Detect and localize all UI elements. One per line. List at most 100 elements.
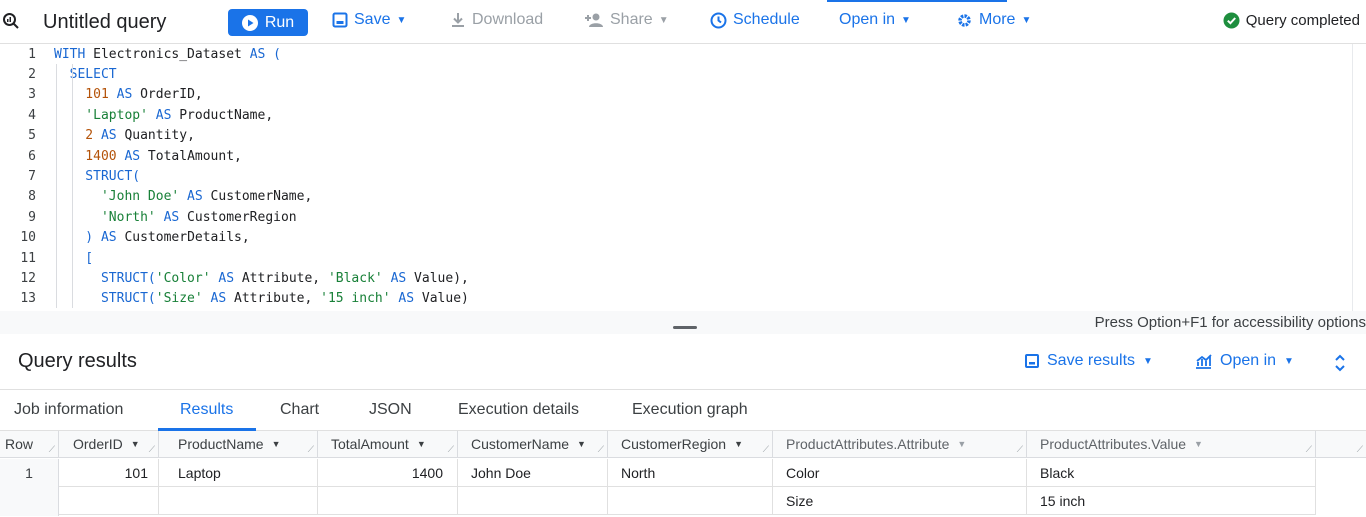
code-text: STRUCT('Color' AS Attribute, 'Black' AS …	[54, 271, 469, 286]
cell-customerregion[interactable]: North	[608, 459, 773, 487]
column-header-productattributes-value[interactable]: ProductAttributes.Value ▼ ⟋	[1027, 431, 1316, 458]
code-line[interactable]: 11 [	[0, 248, 1352, 268]
accessibility-bar: Press Option+F1 for accessibility option…	[0, 311, 1366, 334]
line-number: 8	[28, 189, 36, 205]
cell-attribute[interactable]: Size	[773, 487, 1027, 515]
results-tabs: Job information Results Chart JSON Execu…	[0, 390, 1366, 431]
cell-value[interactable]: 15 inch	[1027, 487, 1316, 515]
play-icon	[241, 14, 258, 31]
code-line[interactable]: 10 ) AS CustomerDetails,	[0, 228, 1352, 248]
resize-handle[interactable]	[673, 326, 697, 329]
indent-guide	[72, 64, 73, 308]
cell-attribute[interactable]: Color	[773, 459, 1027, 487]
query-status: Query completed	[1223, 12, 1360, 29]
code-token: Attribute,	[234, 270, 328, 286]
resize-icon[interactable]: ⟋	[598, 444, 604, 455]
schedule-button[interactable]: Schedule	[710, 11, 800, 29]
code-line[interactable]: 12 STRUCT('Color' AS Attribute, 'Black' …	[0, 268, 1352, 288]
code-token: 'Laptop'	[54, 107, 148, 123]
column-header-customerregion[interactable]: CustomerRegion ▼ ⟋	[608, 431, 773, 458]
column-header-label: TotalAmount	[331, 436, 409, 452]
code-line[interactable]: 5 2 AS Quantity,	[0, 126, 1352, 146]
more-button[interactable]: More ▼	[956, 11, 1031, 29]
column-header-productattributes-attribute[interactable]: ProductAttributes.Attribute ▼ ⟋	[773, 431, 1027, 458]
resize-icon[interactable]: ⟋	[448, 444, 454, 455]
code-line[interactable]: 4 'Laptop' AS ProductName,	[0, 105, 1352, 125]
sort-icon[interactable]: ▼	[957, 439, 966, 449]
sort-icon[interactable]: ▼	[272, 439, 281, 449]
download-button[interactable]: Download	[450, 11, 543, 29]
column-header-label: CustomerRegion	[621, 436, 727, 452]
column-header-productname[interactable]: ProductName ▼ ⟋	[159, 431, 318, 458]
code-token: AS	[390, 291, 415, 307]
query-title[interactable]: Untitled query	[43, 11, 166, 34]
cell-value[interactable]: Black	[1027, 459, 1316, 487]
line-number: 13	[20, 291, 36, 307]
tab-results[interactable]: Results	[180, 401, 233, 419]
code-line[interactable]: 6 1400 AS TotalAmount,	[0, 146, 1352, 166]
cell-empty	[608, 487, 773, 515]
cell-orderid[interactable]: 101	[59, 459, 159, 487]
editor-scrollbar[interactable]	[1352, 44, 1353, 311]
code-line[interactable]: 2 SELECT	[0, 64, 1352, 84]
code-token: STRUCT(	[54, 291, 156, 307]
run-button[interactable]: Run	[228, 9, 308, 36]
sort-icon[interactable]: ▼	[1194, 439, 1203, 449]
tab-execution-graph[interactable]: Execution graph	[632, 401, 748, 419]
resize-icon[interactable]: ⟋	[49, 444, 55, 455]
code-text: SELECT	[54, 67, 117, 82]
code-token: 2	[54, 128, 94, 144]
sort-icon[interactable]: ▼	[577, 439, 586, 449]
save-results-button[interactable]: Save results ▼	[1025, 352, 1153, 370]
save-button[interactable]: Save ▼	[332, 11, 406, 29]
code-token: AS	[202, 291, 227, 307]
column-header-customername[interactable]: CustomerName ▼ ⟋	[458, 431, 608, 458]
code-text: 'John Doe' AS CustomerName,	[54, 189, 312, 204]
code-line[interactable]: 13 STRUCT('Size' AS Attribute, '15 inch'…	[0, 289, 1352, 309]
resize-icon[interactable]: ⟋	[1017, 444, 1023, 455]
resize-icon[interactable]: ⟋	[1306, 444, 1312, 455]
code-line[interactable]: 7 STRUCT(	[0, 166, 1352, 186]
code-token: 1400	[54, 148, 117, 164]
code-token: 'Size'	[155, 291, 203, 307]
sort-icon[interactable]: ▼	[131, 439, 140, 449]
code-line[interactable]: 1 WITH Electronics_Dataset AS (	[0, 44, 1352, 64]
code-token: SELECT	[54, 66, 117, 82]
sort-icon[interactable]: ▼	[734, 439, 743, 449]
cell-customername[interactable]: John Doe	[458, 459, 608, 487]
line-number: 2	[28, 66, 36, 82]
resize-icon[interactable]: ⟋	[1357, 444, 1363, 455]
resize-icon[interactable]: ⟋	[308, 444, 314, 455]
more-dropdown-icon: ▼	[1021, 14, 1032, 26]
column-header-totalamount[interactable]: TotalAmount ▼ ⟋	[318, 431, 458, 458]
code-text: STRUCT('Size' AS Attribute, '15 inch' AS…	[54, 291, 469, 306]
code-token: 101	[54, 87, 109, 103]
column-header-label: ProductAttributes.Attribute	[786, 436, 950, 452]
tab-json[interactable]: JSON	[369, 401, 412, 419]
code-token: AS	[100, 230, 117, 246]
resize-icon[interactable]: ⟋	[763, 444, 769, 455]
tab-chart[interactable]: Chart	[280, 401, 319, 419]
sql-editor[interactable]: 1 WITH Electronics_Dataset AS (2 SELECT 3 …	[0, 44, 1366, 311]
tab-execution-details[interactable]: Execution details	[458, 401, 579, 419]
results-open-in-button[interactable]: Open in ▼	[1195, 352, 1294, 370]
code-line[interactable]: 3 101 AS OrderID,	[0, 85, 1352, 105]
more-label: More	[979, 11, 1016, 28]
expand-collapse-icon[interactable]	[1334, 354, 1346, 372]
sort-icon[interactable]: ▼	[417, 439, 426, 449]
code-line[interactable]: 8 'John Doe' AS CustomerName,	[0, 187, 1352, 207]
code-token: AS	[382, 270, 407, 286]
code-text: 1400 AS TotalAmount,	[54, 149, 242, 164]
share-button[interactable]: Share ▼	[584, 11, 669, 29]
cell-totalamount[interactable]: 1400	[318, 459, 458, 487]
cell-productname[interactable]: Laptop	[159, 459, 318, 487]
resize-icon[interactable]: ⟋	[149, 444, 155, 455]
code-line[interactable]: 9 'North' AS CustomerRegion	[0, 207, 1352, 227]
code-token: WITH	[54, 46, 86, 62]
open-in-button[interactable]: Open in ▼	[839, 11, 911, 29]
code-text: WITH Electronics_Dataset AS (	[54, 47, 281, 62]
save-results-dropdown-icon: ▼	[1143, 355, 1153, 367]
column-header-orderid[interactable]: OrderID ▼ ⟋	[59, 431, 159, 458]
line-number: 1	[28, 46, 36, 62]
tab-job-information[interactable]: Job information	[14, 401, 123, 419]
